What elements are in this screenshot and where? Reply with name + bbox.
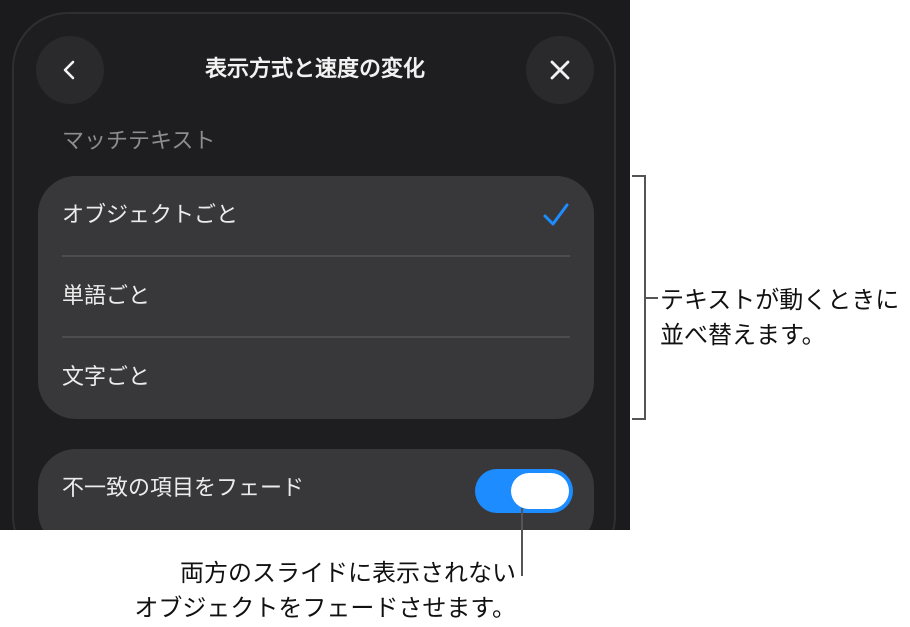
callout-line: テキストが動くときに	[660, 286, 900, 314]
callout-line: 両方のスライドに表示されない	[180, 559, 516, 587]
figure: 表示方式と速度の変化 マッチテキスト オブジェクトごと 単語ごと 文字ごと 不一…	[0, 0, 910, 627]
callout-line: 並べ替えます。	[660, 321, 826, 349]
options-callout: テキストが動くときに 並べ替えます。	[660, 283, 899, 353]
fade-callout: 両方のスライドに表示されない オブジェクトをフェードさせます。	[134, 556, 516, 626]
callout-line: オブジェクトをフェードさせます。	[134, 594, 516, 622]
